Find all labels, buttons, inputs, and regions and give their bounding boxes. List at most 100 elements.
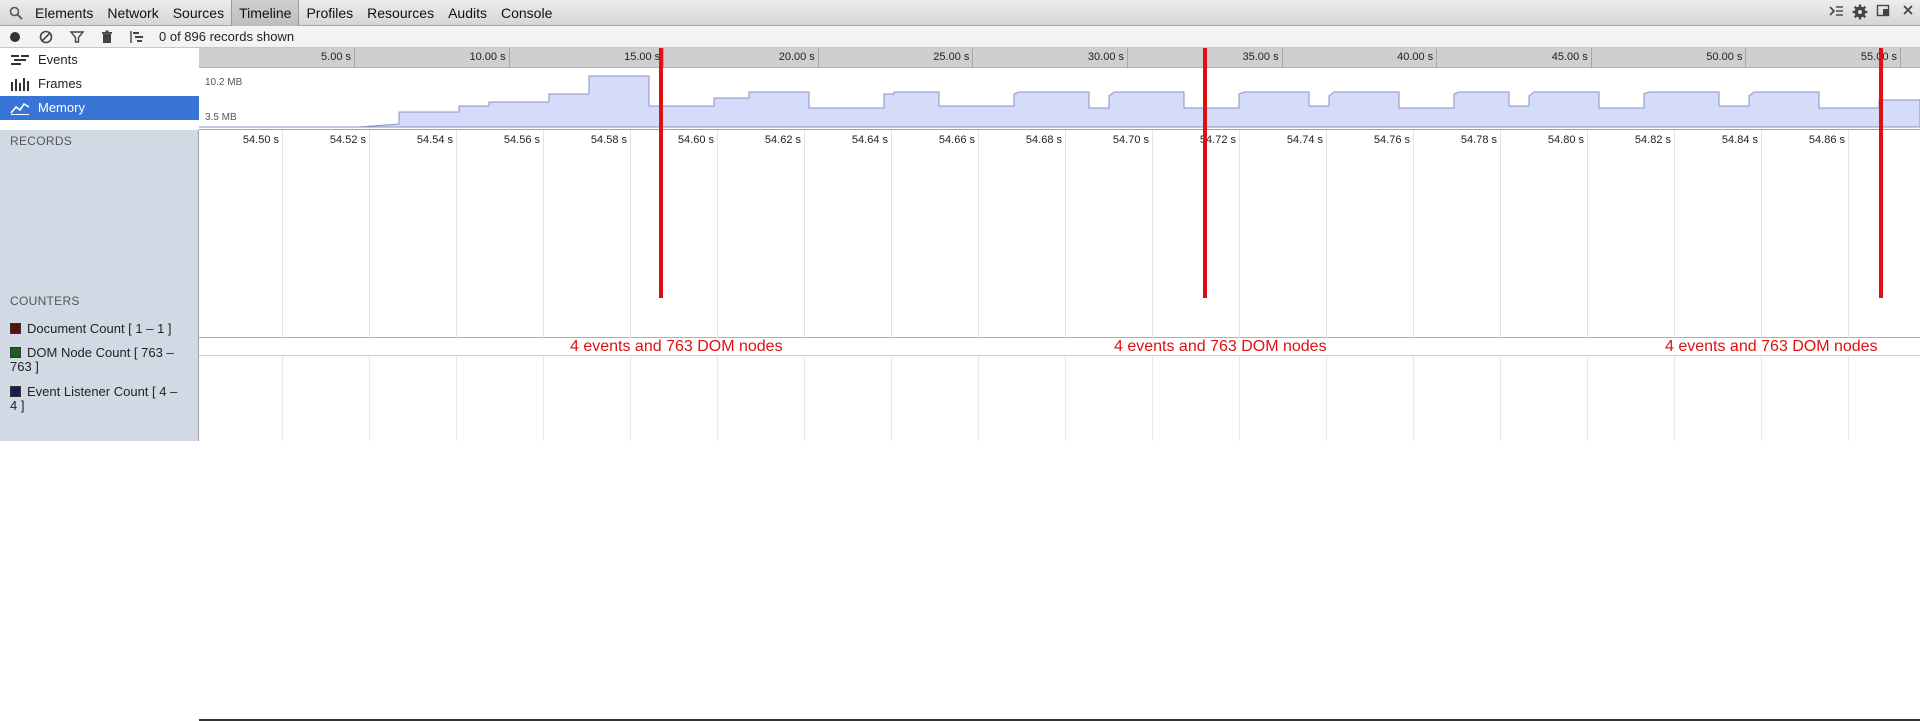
records-tick-label: 54.58 s [590, 134, 627, 146]
records-tick-label: 54.80 s [1547, 134, 1584, 146]
records-tick-label: 54.54 s [416, 134, 453, 146]
records-grid-line [1065, 130, 1066, 338]
counters-grid-line [1152, 356, 1153, 441]
close-icon[interactable] [1896, 4, 1920, 22]
counters-grid-line [543, 356, 544, 441]
search-icon[interactable] [8, 5, 24, 21]
records-tick-label: 54.70 s [1112, 134, 1149, 146]
counter-label: Event Listener Count [ 4 – 4 ] [10, 384, 178, 413]
records-grid-line [1587, 130, 1588, 338]
records-grid-line [1761, 130, 1762, 338]
records-tick-label: 54.84 s [1721, 134, 1758, 146]
counters-grid-line [891, 356, 892, 441]
counters-header-strip [199, 338, 1920, 356]
panel-tabs: Elements Network Sources Timeline Profiles Re… [28, 0, 559, 26]
tab-sources[interactable]: Sources [166, 0, 231, 26]
records-grid-line [1674, 130, 1675, 338]
counter-document-count[interactable]: Document Count [ 1 – 1 ] [10, 322, 185, 336]
ruler-tick-label: 30.00 s [1087, 51, 1124, 63]
records-grid-line [1152, 130, 1153, 338]
counters-grid-line [369, 356, 370, 441]
settings-gear-icon[interactable] [1848, 4, 1872, 22]
window-controls [1824, 0, 1920, 26]
filter-icon[interactable] [69, 29, 85, 45]
counters-grid-line [456, 356, 457, 441]
records-grid-line [1500, 130, 1501, 338]
records-tick-label: 54.74 s [1286, 134, 1323, 146]
ruler-tick [817, 48, 819, 68]
annotation-marker [1203, 48, 1207, 298]
records-grid-line [1413, 130, 1414, 338]
dock-icon[interactable] [1872, 4, 1896, 22]
counters-grid-line [1587, 356, 1588, 441]
ruler-tick [354, 48, 355, 68]
counter-label: DOM Node Count [ 763 – 763 ] [10, 345, 174, 374]
counters-grid-line [1674, 356, 1675, 441]
tab-network[interactable]: Network [100, 0, 165, 26]
frames-icon [11, 78, 29, 91]
record-icon[interactable] [7, 29, 23, 45]
overview-item-events[interactable]: Events [0, 48, 199, 72]
ruler-tick-label: 45.00 s [1551, 51, 1588, 63]
records-tick-label: 54.82 s [1634, 134, 1671, 146]
ruler-tick [1900, 48, 1901, 68]
ruler-tick-label: 10.00 s [469, 51, 506, 63]
color-swatch [10, 323, 21, 334]
counters-grid-line [804, 356, 805, 441]
records-grid-line [369, 130, 370, 338]
counter-dom-node-count[interactable]: DOM Node Count [ 763 – 763 ] [10, 346, 185, 374]
tab-elements[interactable]: Elements [28, 0, 100, 26]
records-grid-line [456, 130, 457, 338]
ruler-tick-label: 15.00 s [624, 51, 661, 63]
clear-icon[interactable] [38, 29, 54, 45]
ruler-tick [972, 48, 974, 68]
records-tick-label: 54.86 s [1808, 134, 1845, 146]
counters-grid-line [1500, 356, 1501, 441]
ruler-tick [1127, 48, 1128, 68]
timeline-status-bar: 0 of 896 records shown [0, 26, 1920, 48]
counters-grid-line [1065, 356, 1066, 441]
records-grid-line [1326, 130, 1327, 338]
records-grid-line [891, 130, 892, 338]
records-tick-label: 54.56 s [503, 134, 540, 146]
records-tick-label: 54.50 s [242, 134, 279, 146]
records-tick-label: 54.66 s [938, 134, 975, 146]
memory-graph-svg [199, 75, 1920, 128]
records-timeline[interactable]: 54.50 s 54.52 s 54.54 s 54.56 s 54.58 s 54.60… [199, 130, 1920, 338]
ruler-tick-label: 35.00 s [1242, 51, 1279, 63]
overview-item-label: Events [38, 52, 78, 67]
flame-chart-icon[interactable] [129, 29, 145, 45]
counter-event-listener-count[interactable]: Event Listener Count [ 4 – 4 ] [10, 385, 185, 413]
ruler-tick [1590, 48, 1592, 68]
overview-time-ruler: 5.00 s 10.00 s 15.00 s 20.00 s 25.00 s 30.00 … [199, 48, 1920, 68]
counters-grid-line [717, 356, 718, 441]
tab-resources[interactable]: Resources [360, 0, 441, 26]
memory-usage-area [199, 75, 1920, 128]
records-grid-line [282, 130, 283, 338]
overview-item-frames[interactable]: Frames [0, 72, 199, 96]
ruler-tick-label: 40.00 s [1397, 51, 1434, 63]
ruler-tick [508, 48, 510, 68]
counters-graph[interactable] [199, 338, 1920, 721]
ruler-tick-label: 25.00 s [933, 51, 970, 63]
records-grid-line [804, 130, 805, 338]
tab-audits[interactable]: Audits [441, 0, 494, 26]
records-tick-label: 54.78 s [1460, 134, 1497, 146]
memory-icon [10, 102, 30, 115]
overview-item-memory[interactable]: Memory [0, 96, 199, 120]
tab-profiles[interactable]: Profiles [299, 0, 360, 26]
ruler-tick-label: 20.00 s [778, 51, 815, 63]
records-grid-line [978, 130, 979, 338]
records-grid-line [1848, 130, 1849, 338]
counter-label: Document Count [ 1 – 1 ] [27, 321, 172, 336]
memory-overview-graph[interactable]: 10.2 MB 3.5 MB [199, 68, 1920, 130]
console-drawer-icon[interactable] [1824, 4, 1848, 22]
records-section-title: RECORDS [10, 134, 73, 148]
tab-timeline[interactable]: Timeline [231, 0, 300, 26]
garbage-collect-icon[interactable] [99, 29, 115, 45]
tab-console[interactable]: Console [494, 0, 559, 26]
records-shown-count: 0 of 896 records shown [159, 29, 295, 44]
overview-item-label: Frames [38, 76, 83, 91]
counters-grid-line [1413, 356, 1414, 441]
records-tick-label: 54.52 s [329, 134, 366, 146]
